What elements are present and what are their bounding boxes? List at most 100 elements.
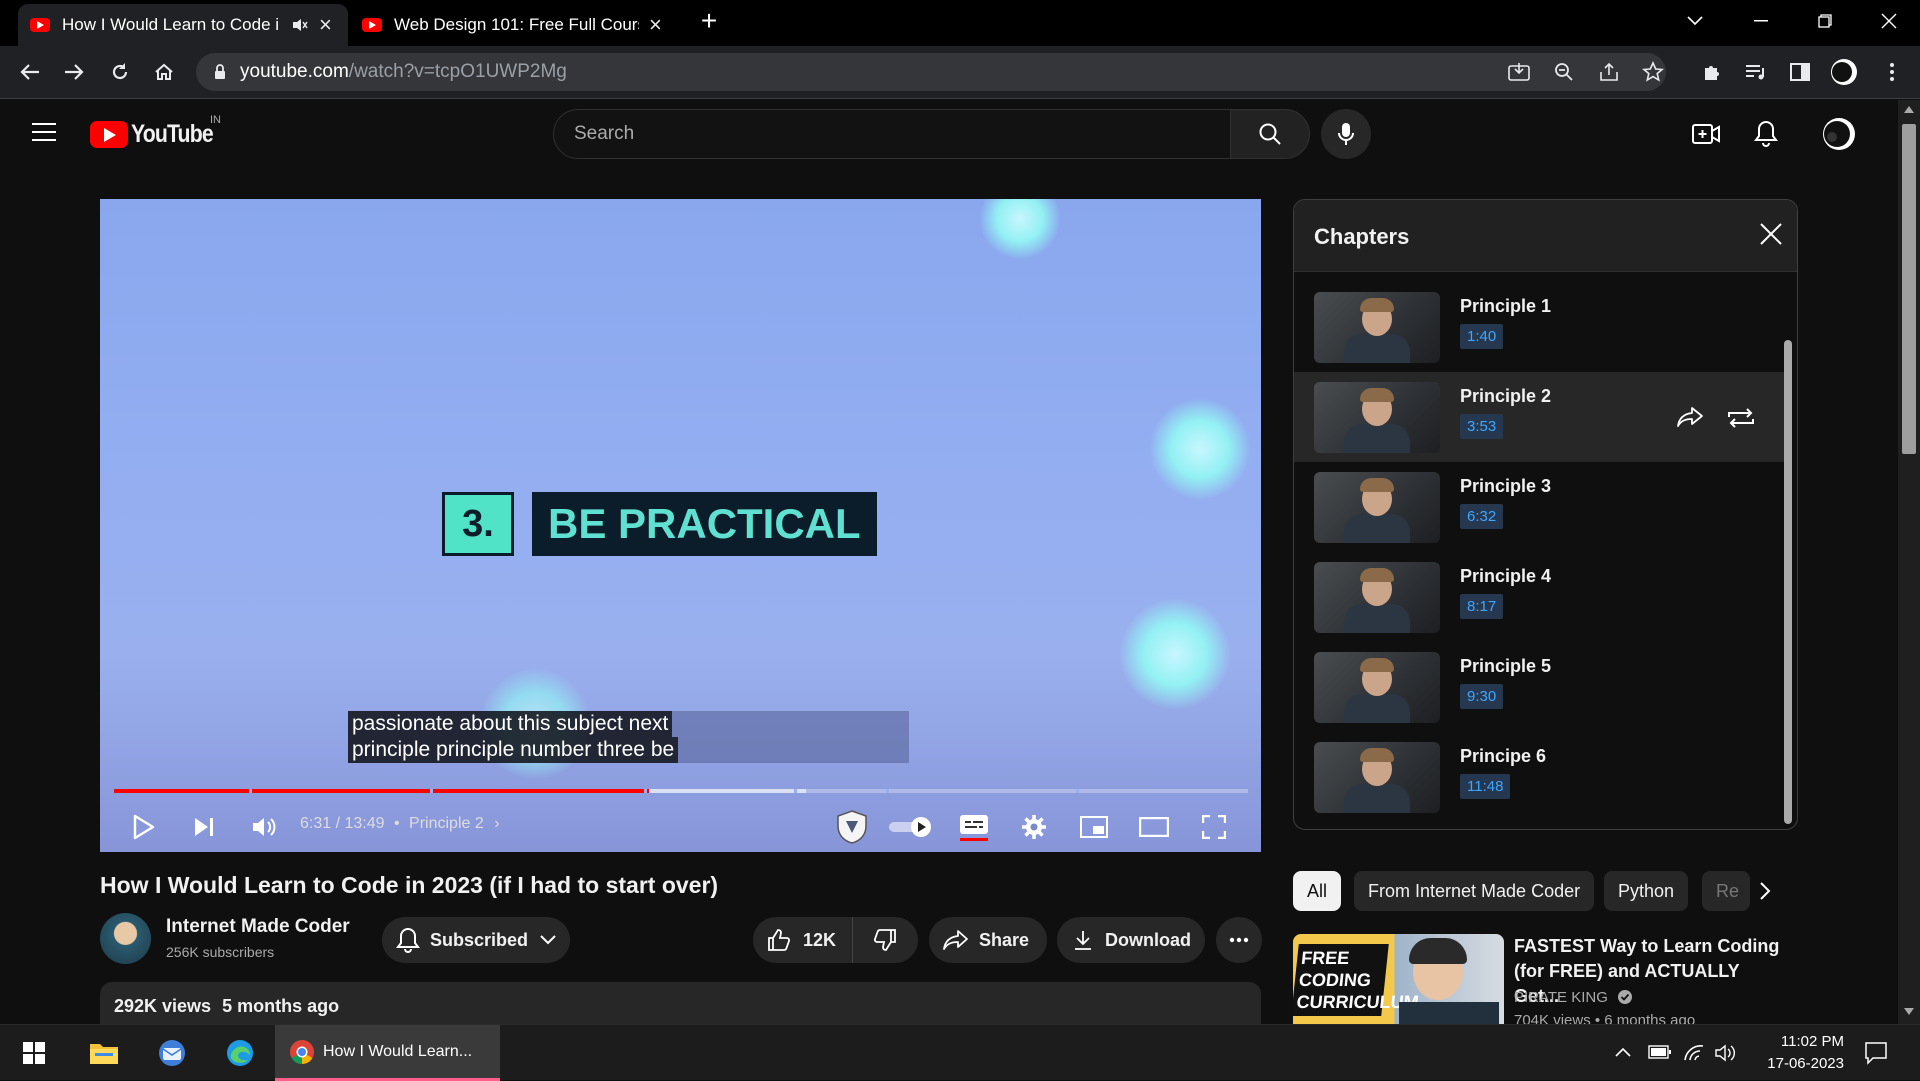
video-player[interactable]: 3. BE PRACTICAL passionate about this su…: [100, 199, 1261, 852]
autoplay-toggle[interactable]: [888, 809, 934, 845]
close-tab-icon[interactable]: ×: [649, 12, 662, 38]
more-horizontal-icon: [1229, 937, 1249, 943]
download-button[interactable]: Download: [1057, 917, 1205, 963]
channel-name[interactable]: Internet Made Coder: [166, 916, 350, 938]
back-arrow-icon[interactable]: [14, 56, 46, 88]
search-input[interactable]: Search: [553, 109, 1231, 159]
chips-next-chevron-icon[interactable]: [1758, 881, 1772, 901]
chapter-item[interactable]: Principle 5 9:30: [1294, 642, 1784, 732]
chapters-scrollbar[interactable]: [1784, 340, 1792, 824]
scroll-up-arrow-icon[interactable]: [1904, 106, 1914, 113]
install-app-icon[interactable]: [1508, 62, 1530, 82]
chapter-timestamp[interactable]: 11:48: [1460, 774, 1511, 799]
volume-icon[interactable]: [246, 809, 282, 845]
miniplayer-icon[interactable]: [1076, 809, 1112, 845]
chip-all[interactable]: All: [1293, 871, 1342, 911]
like-button[interactable]: 12K: [753, 917, 853, 963]
notifications-center-icon[interactable]: [1864, 1041, 1888, 1065]
restore-button[interactable]: [1800, 0, 1850, 42]
extensions-puzzle-icon[interactable]: [1696, 56, 1728, 88]
channel-avatar[interactable]: [100, 913, 151, 964]
chapter-name: Principle 1: [1460, 296, 1552, 316]
scroll-down-arrow-icon[interactable]: [1904, 1008, 1914, 1015]
forward-arrow-icon[interactable]: [58, 56, 90, 88]
chapter-item-active[interactable]: Principle 2 3:53: [1294, 372, 1784, 462]
bookmark-star-icon[interactable]: [1642, 61, 1664, 83]
more-actions-button[interactable]: [1216, 917, 1262, 963]
tab-search-chevron-icon[interactable]: [1670, 0, 1720, 42]
search-button[interactable]: [1230, 109, 1310, 159]
next-video-icon[interactable]: [186, 809, 222, 845]
chip-python[interactable]: Python: [1604, 871, 1689, 911]
close-window-button[interactable]: [1864, 0, 1914, 42]
youtube-favicon-icon: [30, 18, 50, 32]
windows-start-icon[interactable]: [6, 1025, 62, 1081]
taskbar-chrome-window[interactable]: How I Would Learn...: [275, 1025, 500, 1081]
new-tab-button[interactable]: +: [684, 0, 734, 42]
system-clock[interactable]: 11:02 PM 17-06-2023: [1734, 1031, 1844, 1075]
loop-chapter-icon[interactable]: [1726, 406, 1756, 430]
lock-icon[interactable]: [214, 64, 226, 80]
close-tab-icon[interactable]: ×: [319, 12, 332, 38]
speaker-muted-icon[interactable]: [291, 16, 309, 34]
tab-inactive[interactable]: Web Design 101: Free Full Course ×: [350, 4, 680, 46]
minimize-button[interactable]: [1736, 0, 1786, 42]
dislike-button[interactable]: [853, 917, 917, 963]
chrome-menu-kebab-icon[interactable]: [1876, 56, 1908, 88]
chevron-right-icon[interactable]: ›: [494, 815, 499, 832]
search-icon: [1258, 122, 1282, 146]
fullscreen-icon[interactable]: [1196, 809, 1232, 845]
share-label: Share: [979, 929, 1030, 950]
play-button[interactable]: [126, 809, 162, 845]
chapter-timestamp[interactable]: 1:40: [1460, 324, 1504, 349]
chip-partial[interactable]: Re: [1702, 871, 1750, 911]
notifications-bell-icon[interactable]: [1754, 120, 1778, 148]
theater-mode-icon[interactable]: [1136, 809, 1172, 845]
share-page-icon[interactable]: [1598, 62, 1620, 82]
chapter-item[interactable]: Principle 1 1:40: [1294, 282, 1784, 372]
file-explorer-icon[interactable]: [76, 1025, 132, 1081]
subtitles-cc-icon[interactable]: [956, 809, 992, 845]
media-controls-icon[interactable]: [1740, 56, 1772, 88]
chapter-item[interactable]: Principle 3 6:32: [1294, 462, 1784, 552]
create-video-icon[interactable]: [1692, 122, 1720, 146]
page-scrollbar[interactable]: [1898, 100, 1920, 1024]
current-chapter-link[interactable]: Principle 2: [409, 815, 484, 832]
recommendation-channel[interactable]: PIRATE KING: [1514, 989, 1633, 1006]
page-scrollbar-thumb[interactable]: [1902, 124, 1916, 454]
chapter-item[interactable]: Principe 6 11:48: [1294, 732, 1784, 822]
subscribed-button[interactable]: Subscribed: [382, 917, 570, 963]
edge-browser-icon[interactable]: [212, 1025, 268, 1081]
close-chapters-icon[interactable]: [1759, 222, 1787, 250]
speaker-volume-icon[interactable]: [1714, 1043, 1736, 1063]
chapter-timestamp[interactable]: 6:32: [1460, 504, 1504, 529]
address-bar[interactable]: youtube.com/watch?v=tcpO1UWP2Mg: [196, 53, 1666, 91]
share-chapter-icon[interactable]: [1676, 406, 1704, 428]
side-panel-icon[interactable]: [1784, 56, 1816, 88]
chapter-item[interactable]: Principle 4 8:17: [1294, 552, 1784, 642]
chapter-gap: [644, 789, 647, 793]
youtube-logo[interactable]: YouTube IN: [90, 114, 227, 149]
mail-app-icon[interactable]: [144, 1025, 200, 1081]
voice-search-button[interactable]: [1321, 109, 1371, 159]
taskbar-chrome-label: How I Would Learn...: [323, 1042, 473, 1060]
settings-gear-icon[interactable]: [1016, 809, 1052, 845]
share-button[interactable]: Share: [929, 917, 1047, 963]
chip-from-channel[interactable]: From Internet Made Coder: [1354, 871, 1595, 911]
tab-active[interactable]: How I Would Learn to Code i ×: [18, 4, 348, 46]
hamburger-menu-icon[interactable]: [32, 122, 56, 142]
reload-icon[interactable]: [104, 56, 136, 88]
progress-played: [114, 789, 649, 793]
chapter-timestamp[interactable]: 8:17: [1460, 594, 1504, 619]
profile-avatar-icon[interactable]: [1828, 56, 1860, 88]
home-icon[interactable]: [148, 56, 180, 88]
progress-bar[interactable]: [114, 789, 1248, 793]
adblock-shield-icon[interactable]: [834, 809, 870, 845]
wifi-icon[interactable]: [1683, 1042, 1705, 1062]
account-avatar[interactable]: [1822, 117, 1856, 151]
battery-icon[interactable]: [1648, 1044, 1672, 1060]
show-hidden-icons-chevron-icon[interactable]: [1615, 1047, 1631, 1057]
zoom-icon[interactable]: [1554, 62, 1574, 82]
chapter-timestamp[interactable]: 9:30: [1460, 684, 1504, 709]
chapter-timestamp[interactable]: 3:53: [1460, 414, 1504, 439]
